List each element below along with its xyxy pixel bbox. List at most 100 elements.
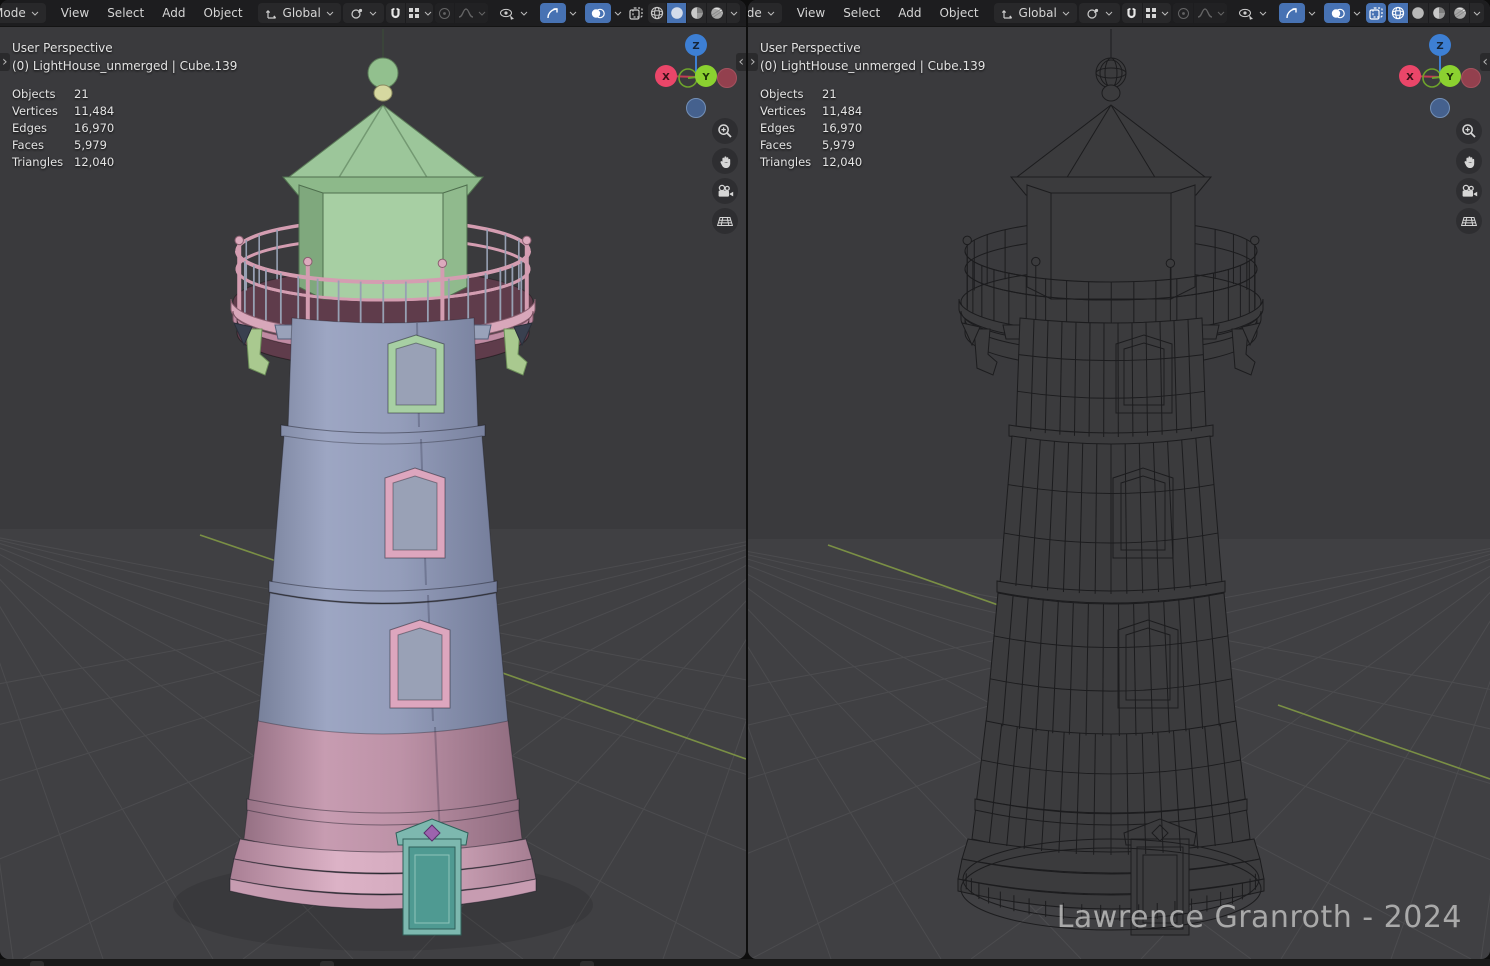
shading-solid-button[interactable] [667,3,686,23]
shading-rendered-button[interactable] [707,3,726,23]
xray-icon [1369,7,1383,20]
gizmo-arrow-icon [546,6,560,20]
shading-wireframe-button[interactable] [648,3,667,23]
chevron-down-icon [31,11,39,16]
pivot-point-dropdown[interactable] [1079,3,1120,23]
snap-target-dropdown[interactable] [406,3,434,23]
stat-value: 5,979 [822,137,985,154]
pivot-icon [350,7,364,20]
pivot-point-dropdown[interactable] [343,3,384,23]
menu-select[interactable]: Select [98,2,153,24]
stat-value: 11,484 [822,103,985,120]
menu-add[interactable]: Add [889,2,930,24]
gizmo-neg-x-ball[interactable] [1462,69,1481,88]
zoom-button[interactable] [1456,118,1482,144]
shading-material-button[interactable] [687,3,706,23]
overlays-icon [1330,7,1345,20]
gizmo-x-label: X [662,72,670,83]
gizmo-neg-z-ball[interactable] [687,99,706,118]
menu-view[interactable]: View [52,2,98,24]
gizmo-neg-z-ball[interactable] [1431,99,1450,118]
stat-value: 5,979 [74,137,237,154]
navigation-gizmo[interactable]: Z X Y [650,31,742,123]
proportional-falloff-dropdown[interactable] [455,3,487,23]
shading-wireframe-button[interactable] [1388,3,1408,23]
show-gizmo-toggle[interactable] [1279,3,1305,23]
menu-object[interactable]: Object [930,2,987,24]
orientation-label: Global [1019,6,1057,20]
shading-modes [648,3,740,23]
menu-select[interactable]: Select [834,2,889,24]
pan-button[interactable] [712,148,738,174]
mode-dropdown[interactable]: Mode [0,3,46,23]
shading-dropdown[interactable] [1470,3,1484,23]
zoom-button[interactable] [712,118,738,144]
camera-view-button[interactable] [1456,178,1482,204]
eye-cursor-icon [1238,7,1254,20]
solid-sphere-icon [670,6,684,20]
material-sphere-icon [1432,6,1446,20]
menu-view[interactable]: View [788,2,834,24]
navigation-gizmo[interactable]: Z X Y [1394,31,1486,123]
pan-button[interactable] [1456,148,1482,174]
proportional-editing-toggle[interactable] [435,3,454,23]
stat-label: Edges [760,120,822,137]
stat-label: Vertices [12,103,74,120]
transform-orientation-dropdown[interactable]: Global [258,3,341,23]
chevron-down-icon [1308,11,1316,16]
visibility-dropdown[interactable] [492,3,535,23]
wireframe-sphere-icon [650,6,664,20]
xray-toggle[interactable] [627,3,646,23]
toolbar-expand-tab[interactable]: › [748,53,758,71]
gizmo-neg-x-ball[interactable] [718,69,737,88]
toolbar-expand-tab[interactable]: › [0,53,10,71]
show-overlays-toggle[interactable] [585,3,611,23]
snap-target-dropdown[interactable] [1143,3,1172,23]
proportional-falloff-dropdown[interactable] [1194,3,1227,23]
camera-view-button[interactable] [712,178,738,204]
stat-value: 12,040 [822,154,985,171]
mode-dropdown[interactable]: Mode [748,3,782,23]
viewport-solid: Mode View Select Add Object Global [0,0,746,959]
menu-add[interactable]: Add [153,2,194,24]
stat-value: 12,040 [74,154,237,171]
chevron-down-icon [520,11,528,16]
transform-orientation-dropdown[interactable]: Global [994,3,1077,23]
show-overlays-toggle[interactable] [1324,3,1350,23]
gizmos-dropdown[interactable] [537,3,580,23]
stat-value: 16,970 [822,120,985,137]
overlays-dropdown[interactable] [1321,3,1364,23]
status-bar-clipped [0,959,1490,966]
mode-label: Mode [0,6,26,20]
viewport-overlay-info: User Perspective (0) LightHouse_unmerged… [12,39,237,171]
stat-label: Faces [12,137,74,154]
snap-magnet-toggle[interactable] [386,3,405,23]
toggle-perspective-button[interactable] [712,208,738,234]
menu-object[interactable]: Object [194,2,251,24]
view-perspective-label: User Perspective [12,39,237,57]
gizmo-x-label: X [1406,72,1414,83]
stat-label: Faces [760,137,822,154]
gizmos-dropdown[interactable] [1276,3,1319,23]
show-gizmo-toggle[interactable] [540,3,566,23]
viewport-header: Mode View Select Add Object Global [748,0,1490,27]
visibility-dropdown[interactable] [1231,3,1274,23]
scene-statistics: Objects21 Vertices11,484 Edges16,970 Fac… [760,86,985,171]
shading-rendered-button[interactable] [1450,3,1470,23]
proportional-editing-toggle[interactable] [1173,3,1193,23]
stat-value: 21 [822,86,985,103]
xray-icon [629,7,643,20]
chevron-down-icon [569,11,577,16]
snapping-group [1122,3,1171,23]
toggle-perspective-button[interactable] [1456,208,1482,234]
overlays-dropdown[interactable] [582,3,625,23]
xray-toggle[interactable] [1366,3,1386,23]
stat-value: 21 [74,86,237,103]
blender-window: Mode View Select Add Object Global [0,0,1490,966]
axes-icon [1001,7,1014,20]
chevron-down-icon [614,11,622,16]
shading-dropdown[interactable] [727,3,740,23]
snap-magnet-toggle[interactable] [1122,3,1142,23]
shading-material-button[interactable] [1429,3,1449,23]
shading-solid-button[interactable] [1409,3,1429,23]
